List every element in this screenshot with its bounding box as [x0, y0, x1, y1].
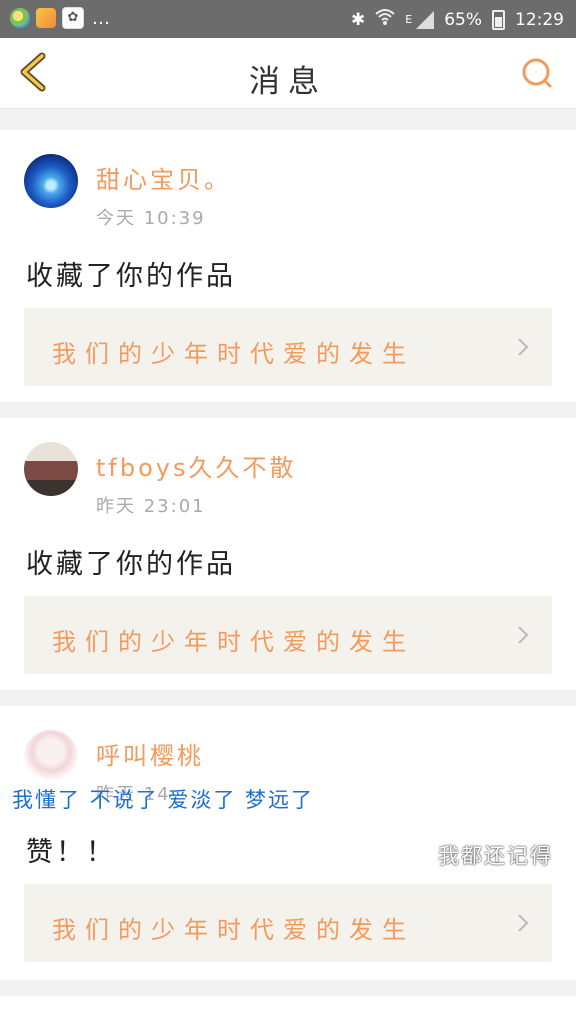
avatar[interactable]: [24, 442, 78, 496]
battery-percent: 65%: [444, 9, 482, 30]
work-link[interactable]: 我们的少年时代爱的发生: [24, 308, 552, 386]
message-time: 昨天 23:01: [96, 496, 206, 517]
message-text: 收藏了你的作品: [26, 261, 236, 292]
bluetooth-icon: ✱: [351, 9, 366, 30]
chevron-right-icon: [518, 914, 529, 932]
chevron-right-icon: [518, 626, 529, 644]
chevron-right-icon: [518, 338, 529, 356]
work-link[interactable]: 我们的少年时代爱的发生: [24, 884, 552, 962]
message-text: 赞！！: [26, 837, 116, 868]
overlay-text-right: 我都还记得: [438, 844, 553, 868]
nav-bar: 消息: [0, 38, 576, 109]
user-name[interactable]: tfboys久久不散: [96, 448, 296, 483]
gift-app-icon: [36, 8, 56, 28]
wifi-icon: [375, 8, 395, 31]
signal-icon: [416, 10, 435, 29]
message-text: 收藏了你的作品: [26, 549, 236, 580]
message-card-partial: [0, 996, 576, 1024]
paw-app-icon: ✿: [62, 7, 84, 29]
clock: 12:29: [515, 9, 564, 30]
more-notifications-icon: …: [92, 7, 111, 29]
avatar[interactable]: [24, 730, 78, 784]
message-card: tfboys久久不散 昨天 23:01 收藏了你的作品 我们的少年时代爱的发生: [0, 418, 576, 690]
work-title: 我们的少年时代爱的发生: [52, 628, 415, 656]
search-icon[interactable]: [520, 56, 554, 90]
user-name[interactable]: 甜心宝贝。: [96, 160, 231, 195]
status-bar: ✿ … ✱ E 65% 12:29: [0, 0, 576, 38]
avatar[interactable]: [24, 154, 78, 208]
overlay-text-blue: 我懂了 不说了 爱淡了 梦远了: [12, 788, 315, 812]
network-type: E: [405, 13, 413, 26]
browser-app-icon: [10, 8, 30, 28]
message-card: 甜心宝贝。 今天 10:39 收藏了你的作品 我们的少年时代爱的发生: [0, 130, 576, 402]
battery-icon: [492, 9, 505, 30]
work-title: 我们的少年时代爱的发生: [52, 916, 415, 944]
work-link[interactable]: 我们的少年时代爱的发生: [24, 596, 552, 674]
work-title: 我们的少年时代爱的发生: [52, 340, 415, 368]
message-time: 今天 10:39: [96, 208, 206, 229]
user-name[interactable]: 呼叫樱桃: [96, 736, 204, 771]
page-title: 消息: [249, 64, 327, 100]
